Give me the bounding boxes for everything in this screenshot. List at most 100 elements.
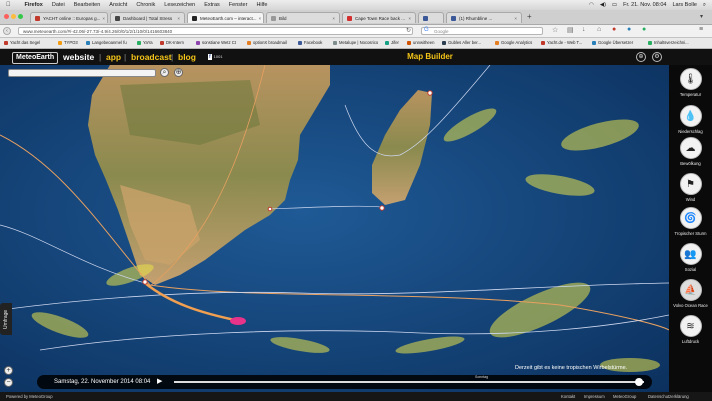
bookmark-item[interactable]: Yacht.de - Web T... [541,40,582,45]
layer-luftdruck[interactable]: ≋ Luftdruck [669,315,712,344]
home-icon[interactable]: ⌂ [597,26,601,33]
menu-lesezeichen[interactable]: Lesezeichen [164,2,195,8]
facebook-share-button[interactable]: f 1001 [208,53,223,61]
search-icon[interactable]: ⌕ [160,68,169,77]
layer-tropischer-sturm[interactable]: 🌀 Tropischer Sturm [669,207,712,236]
menu-datei[interactable]: Datei [52,2,65,8]
bookmark-item[interactable]: Jifer [385,40,399,45]
bookmark-item[interactable]: Gubles Aller ber... [442,40,481,45]
menu-icon[interactable]: ≡ [699,26,703,33]
layer-bewoelkung[interactable]: ☁ Bewölkung [669,137,712,166]
tab-cape-town-race[interactable]: Cape Town Race back ... × [342,12,416,23]
timeline-track[interactable] [174,381,644,383]
layer-niederschlag[interactable]: 💧 Niederschlag [669,105,712,134]
tab-meteoearth[interactable]: MeteoEarth.com – interact... × [187,12,264,23]
tab-close-icon[interactable]: × [257,16,262,21]
nav-link-broadcast[interactable]: broadcast [131,52,172,62]
fleet-position-marker[interactable] [230,317,246,325]
window-close-icon[interactable] [4,14,9,19]
menu-fenster[interactable]: Fenster [229,2,248,8]
thermometer-icon: 🌡 [679,68,702,90]
user-name[interactable]: Lars Bolle [672,2,696,8]
bookmark-item[interactable]: Google Übersetzer [592,40,633,45]
weather-map[interactable]: ⌕ ⊕ Umfrage + − Derzeit gibt es keine tr… [0,65,669,392]
bookmark-item[interactable]: sonstiane Wetz Ct [196,40,236,45]
site-header: MeteoEarth website | app | broadcast | b… [0,49,712,65]
bookmark-item[interactable]: optionX broadmail [247,40,287,45]
tab-rhumbline[interactable]: (1) Rhumbline ... × [446,12,522,23]
nav-link-blog[interactable]: blog [178,52,196,62]
tab-close-icon[interactable]: × [100,16,105,21]
map-canvas[interactable] [0,65,669,392]
bookmark-item[interactable]: DK-Intern [160,40,184,45]
bookmarks-toolbar: Yacht das Segel TYPO3 Langebeoanmel fu Y… [0,38,712,49]
search-icon[interactable]: ⌕ [703,2,706,9]
tab-facebook[interactable] [418,12,444,23]
reload-icon[interactable]: ↻ [406,27,411,34]
download-icon[interactable]: ↓ [582,26,586,33]
tab-close-icon[interactable]: × [330,16,335,21]
addon-icon[interactable]: ● [612,26,616,33]
nav-link-app[interactable]: app [106,52,121,62]
layer-volvo-ocean-race[interactable]: ⛵ Volvo Ocean Race [669,279,712,308]
locate-icon[interactable]: ⊕ [174,68,183,77]
bookmark-item[interactable]: Langebeoanmel fu [86,40,127,45]
menu-hilfe[interactable]: Hilfe [256,2,267,8]
timeline-slider-handle[interactable] [635,378,644,386]
umfrage-tab[interactable]: Umfrage [0,303,12,335]
tab-list-button[interactable]: ▾ [700,13,703,20]
volume-icon[interactable]: ◀) [600,2,606,8]
globe-icon[interactable]: ⊕ [636,52,646,62]
tab-close-icon[interactable]: × [175,16,180,21]
menu-chronik[interactable]: Chronik [136,2,155,8]
bookmark-item[interactable]: Google Analytics [495,40,532,45]
zoom-in-button[interactable]: + [4,366,13,375]
bookmarks-menu-icon[interactable]: ▤ [567,26,574,34]
footer-link-impressum[interactable]: Impressum [584,394,605,399]
layer-wind[interactable]: ⚑ Wind [669,173,712,202]
star-icon[interactable]: ☆ [552,26,558,34]
addon-icon[interactable]: ● [642,26,646,33]
nav-separator: | [171,52,174,62]
location-search-input[interactable] [8,69,156,77]
bookmark-item[interactable]: TYPO3 [58,40,78,45]
timeline-bar[interactable]: Samstag, 22. November 2014 08:04 ▶ Sonnt… [37,375,652,389]
meteogroup-brand[interactable]: Powered by MeteoGroup [6,394,53,399]
menu-ansicht[interactable]: Ansicht [109,2,127,8]
tab-close-icon[interactable]: × [512,16,517,21]
play-button[interactable]: ▶ [157,377,165,387]
window-zoom-icon[interactable] [18,14,23,19]
footer-link-meteogroup[interactable]: MeteoGroup [613,394,636,399]
wifi-icon[interactable]: ◠ [589,2,594,8]
layer-sozial[interactable]: 👥 Sozial [669,243,712,272]
footer-link-kontakt[interactable]: Kontakt [561,394,575,399]
footer-link-datenschutz[interactable]: Datenschutzerklärung [648,394,689,399]
bookmark-item[interactable]: unnwitheen [407,40,434,45]
bookmark-item[interactable]: Inhaltsverzeichni... [648,40,689,45]
bookmark-item[interactable]: Facebook [298,40,322,45]
menu-app-name[interactable]: Firefox [25,2,43,8]
battery-icon[interactable]: ▭ [612,2,617,8]
window-minimize-icon[interactable] [11,14,16,19]
clock-text[interactable]: Fr. 21. Nov. 08:04 [623,2,666,8]
nav-link-website[interactable]: website [63,52,94,62]
bookmark-item[interactable]: Metalupe | Nocosrico [333,40,378,45]
meteoearth-logo[interactable]: MeteoEarth [12,52,59,64]
tab-bild[interactable]: Bild × [266,12,340,23]
bookmark-item[interactable]: Yacht das Segel [4,40,40,45]
bookmark-item[interactable]: YaYa [137,40,153,45]
url-field[interactable]: www.meteoearth.com/#/-42.06/-27.73/-4.9/… [18,27,413,35]
addon-icon[interactable]: ● [627,26,631,33]
tab-close-icon[interactable]: × [406,16,411,21]
tab-dashboard[interactable]: Dashboard | Total Stress × [110,12,185,23]
apple-icon[interactable]:  [6,2,11,8]
settings-icon[interactable]: ⚙ [652,52,662,62]
tab-yacht-online[interactable]: YACHT online :: Europas g... × [30,12,108,23]
back-button[interactable]: ‹ [3,27,11,35]
menu-bearbeiten[interactable]: Bearbeiten [74,2,101,8]
new-tab-button[interactable]: + [527,12,532,21]
layer-temperatur[interactable]: 🌡 Temperatur [669,68,712,97]
search-input[interactable]: Google [421,27,543,35]
zoom-out-button[interactable]: − [4,378,13,387]
menu-extras[interactable]: Extras [204,2,220,8]
